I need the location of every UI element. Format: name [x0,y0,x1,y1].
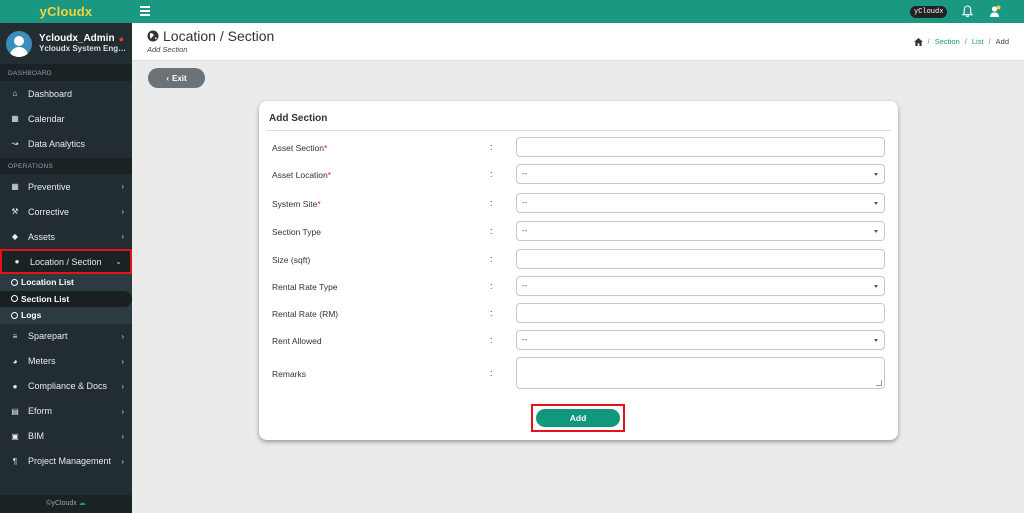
field-label: Asset Section* [272,143,328,153]
chevron-left-icon: ‹ [166,73,169,83]
field-label: Rental Rate (RM) [272,309,339,319]
cube-icon: ▣ [11,431,19,441]
field-label: Rent Allowed [272,336,322,346]
top-navbar: yCloudx [132,0,1024,23]
section-type-select[interactable]: -- [516,221,885,241]
chevron-right-icon: › [121,182,124,191]
chevron-right-icon: › [121,431,124,441]
file-icon: ▤ [11,406,19,416]
sidebar-item-data-analytics[interactable]: ↝ Data Analytics [0,131,132,156]
exit-button[interactable]: ‹ Exit [148,68,205,88]
submenu-item-logs[interactable]: Logs [0,307,132,324]
sidebar-item-preventive[interactable]: ▦ Preventive › [0,174,132,199]
online-status-dot: ● [118,33,125,44]
divider [266,130,891,131]
field-label: Rental Rate Type [272,282,338,292]
sidebar-item-corrective[interactable]: ⚒ Corrective › [0,199,132,224]
resize-handle-icon[interactable] [876,380,882,386]
add-section-form: Add Section Asset Section* : Asset Locat… [259,101,898,440]
submenu-item-location-list[interactable]: Location List [0,274,132,291]
globe-icon [147,30,159,42]
remarks-textarea[interactable] [516,357,885,389]
caret-down-icon [874,285,878,288]
sidebar-footer: ©yCloudx ☁ [0,495,132,513]
circle-icon [11,278,18,286]
add-button[interactable]: Add [536,409,620,427]
bell-icon[interactable] [962,5,973,18]
breadcrumb-section[interactable]: Section [935,37,960,46]
avatar [6,30,32,57]
chevron-right-icon: › [121,207,124,216]
system-site-select[interactable]: -- [516,193,885,213]
rental-rate-input[interactable] [516,303,885,323]
globe-icon: ● [14,257,20,266]
chevron-right-icon: › [121,381,124,391]
caret-down-icon [874,202,878,205]
page-title: Location / Section [147,28,274,44]
field-label: System Site* [272,199,321,209]
sidebar-item-meters[interactable]: ◕ Meters › [0,349,132,374]
sidebar-item-compliance-docs[interactable]: ● Compliance & Docs › [0,374,132,399]
rental-rate-type-select[interactable]: -- [516,276,885,296]
asset-section-input[interactable] [516,137,885,157]
home-icon[interactable] [913,37,923,46]
content-header: Location / Section Add Section / Section… [132,23,1024,61]
brand-badge: yCloudx [910,6,948,18]
user-role: Ycloudx System Engineer [39,43,127,53]
caret-down-icon [874,230,878,233]
sidebar-item-assets[interactable]: ◆ Assets › [0,224,132,249]
submenu-item-section-list[interactable]: Section List [0,290,132,307]
brand-logo[interactable]: yCloudx [0,0,132,23]
chevron-right-icon: › [121,232,124,241]
sidebar-item-eform[interactable]: ▤ Eform › [0,399,132,424]
form-title: Add Section [269,113,328,124]
sidebar-item-calendar[interactable]: ▦ Calendar [0,106,132,131]
sidebar-item-project-management[interactable]: ¶ Project Management › [0,449,132,474]
caret-down-icon [874,173,878,176]
home-icon: ⌂ [12,89,18,98]
rent-allowed-select[interactable]: -- [516,330,885,350]
breadcrumb-add: Add [995,37,1009,46]
paragraph-icon: ¶ [12,456,18,466]
sidebar-item-location-section[interactable]: ● Location / Section ⌄ [0,249,132,274]
chevron-right-icon: › [121,356,124,366]
location-submenu: Location List Section List Logs [0,274,132,324]
cloud-icon: ☁ [78,500,86,507]
circle-icon [11,311,18,319]
user-name: Ycloudx_Admin [39,32,115,44]
wrench-icon: ⚒ [11,207,19,216]
breadcrumb-list[interactable]: List [972,37,984,46]
calendar-icon: ▦ [11,114,19,123]
tag-icon: ◆ [11,232,19,241]
field-label: Remarks [272,369,307,379]
calendar-check-icon: ▦ [11,182,19,191]
section-header-dashboard: DASHBOARD [0,65,132,81]
page-subtitle: Add Section [147,45,188,54]
line-chart-icon: ↝ [11,139,19,148]
sidebar: yCloudx Ycloudx_Admin ● Ycloudx System En… [0,0,132,513]
sidebar-item-sparepart[interactable]: ≡ Sparepart › [0,324,132,349]
field-label: Section Type [272,227,321,237]
dashboard-icon: ◕ [12,356,18,366]
field-label: Asset Location* [272,170,332,180]
field-label: Size (sqft) [272,255,311,265]
hamburger-menu-icon[interactable] [140,5,150,17]
section-header-operations: OPERATIONS [0,158,132,174]
user-profile-icon[interactable] [989,5,1001,18]
sliders-icon: ≡ [12,331,18,341]
add-button-highlight: Add [531,404,625,432]
size-sqft-input[interactable] [516,249,885,269]
chevron-down-icon: ⌄ [115,257,122,266]
breadcrumb: / Section / List / Add [913,37,1009,46]
chevron-right-icon: › [121,331,124,341]
sidebar-item-bim[interactable]: ▣ BIM › [0,424,132,449]
caret-down-icon [874,339,878,342]
chevron-right-icon: › [121,406,124,416]
user-panel: Ycloudx_Admin● Ycloudx System Engineer [0,23,132,65]
chevron-right-icon: › [121,456,124,466]
circle-icon: ● [12,381,18,391]
sidebar-item-dashboard[interactable]: ⌂ Dashboard [0,81,132,106]
asset-location-select[interactable]: -- [516,164,885,184]
circle-icon [11,295,18,303]
